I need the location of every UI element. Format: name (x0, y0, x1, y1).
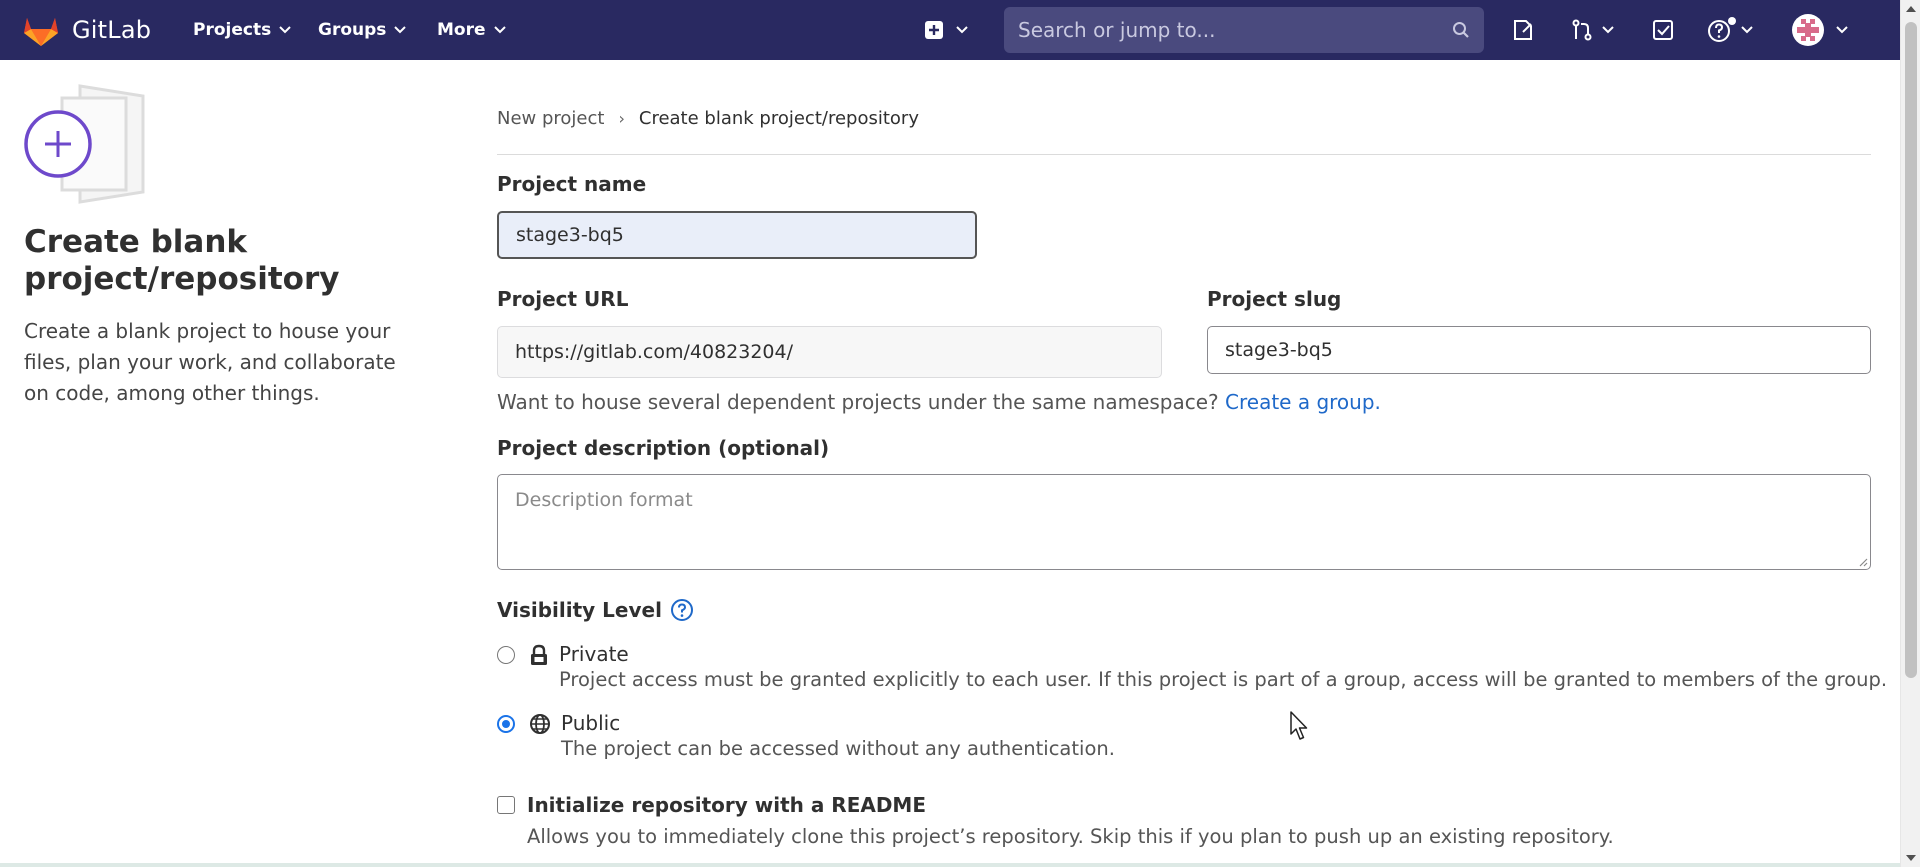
groups-menu-label: Groups (318, 20, 387, 40)
user-menu[interactable] (1792, 14, 1848, 46)
mouse-cursor-icon (1290, 711, 1308, 740)
visibility-option-private[interactable]: Private Project access must be granted e… (497, 640, 1887, 692)
help-menu[interactable] (1707, 14, 1753, 46)
chevron-right-icon: › (618, 109, 625, 128)
chevron-down-icon (279, 26, 291, 34)
scroll-up-arrow-icon[interactable] (1906, 6, 1916, 12)
plus-square-icon (925, 21, 943, 39)
groups-menu[interactable]: Groups (318, 18, 407, 42)
project-url-input[interactable]: https://gitlab.com/40823204/ (497, 326, 1162, 378)
resize-handle-icon[interactable] (1858, 557, 1868, 567)
private-option-text: Private Project access must be granted e… (559, 640, 1887, 692)
public-label: Public (561, 711, 621, 735)
new-project-illustration (24, 84, 145, 204)
search-icon (1453, 22, 1469, 38)
help-icon (1708, 17, 1736, 42)
breadcrumb-current: Create blank project/repository (638, 108, 919, 129)
bottom-edge-strip (0, 863, 1900, 867)
search-bar[interactable]: Search or jump to... (1004, 7, 1484, 53)
private-label: Private (559, 642, 629, 666)
merge-request-icon (1572, 19, 1592, 41)
readme-description: Allows you to immediately clone this pro… (527, 825, 1614, 848)
help-circle-icon[interactable] (670, 598, 694, 622)
search-input[interactable]: Search or jump to... (1018, 18, 1452, 42)
todo-icon (1653, 20, 1673, 40)
divider (497, 154, 1871, 155)
public-radio[interactable] (497, 715, 515, 733)
merge-requests-button[interactable] (1570, 14, 1614, 46)
scroll-down-arrow-icon[interactable] (1906, 855, 1916, 861)
breadcrumb: New project › Create blank project/repos… (497, 108, 919, 129)
visibility-level-label: Visibility Level (497, 598, 662, 622)
chevron-down-icon (493, 26, 506, 34)
projects-menu[interactable]: Projects (193, 18, 291, 42)
page-description: Create a blank project to house your fil… (24, 319, 396, 405)
projects-menu-label: Projects (193, 20, 272, 40)
globe-icon (529, 713, 551, 735)
namespace-help-label: Want to house several dependent projects… (497, 390, 1219, 414)
page-title: Create blank project/repository (24, 224, 340, 297)
scrollbar-thumb[interactable] (1905, 22, 1917, 678)
readme-option-text: Initialize repository with a README Allo… (527, 791, 1614, 851)
private-radio[interactable] (497, 646, 515, 664)
visibility-level-title: Visibility Level (497, 598, 694, 622)
chevron-down-icon (956, 26, 968, 34)
todos-button[interactable] (1651, 14, 1675, 46)
private-description: Project access must be granted explicitl… (559, 668, 1888, 691)
description-textarea[interactable]: Description format (497, 474, 1871, 570)
gitlab-home-link[interactable]: GitLab (22, 12, 151, 48)
avatar (1792, 14, 1824, 46)
chevron-down-icon (1741, 26, 1753, 34)
description-label: Project description (optional) (497, 436, 830, 460)
create-group-link[interactable]: Create a group. (1225, 390, 1381, 414)
project-url-label: Project URL (497, 287, 629, 311)
description-placeholder: Description format (515, 489, 693, 511)
visibility-option-public[interactable]: Public The project can be accessed witho… (497, 709, 1115, 761)
brand-name: GitLab (72, 16, 152, 44)
public-description: The project can be accessed without any … (561, 737, 1115, 760)
issues-icon (1514, 20, 1532, 40)
project-name-value: stage3-bq5 (516, 224, 624, 246)
chevron-down-icon (1602, 26, 1614, 34)
project-slug-value: stage3-bq5 (1225, 339, 1333, 361)
page-scrollbar[interactable] (1900, 0, 1920, 867)
readme-checkbox[interactable] (497, 796, 515, 814)
chevron-down-icon (394, 26, 407, 34)
issues-button[interactable] (1511, 14, 1535, 46)
project-slug-input[interactable]: stage3-bq5 (1207, 326, 1871, 374)
project-url-value: https://gitlab.com/40823204/ (515, 341, 794, 363)
breadcrumb-new-project[interactable]: New project (497, 108, 604, 129)
lock-icon (529, 644, 549, 666)
readme-label: Initialize repository with a README (527, 793, 926, 817)
project-name-input[interactable]: stage3-bq5 (497, 211, 977, 259)
project-slug-label: Project slug (1207, 287, 1342, 311)
more-menu[interactable]: More (437, 18, 506, 42)
readme-option[interactable]: Initialize repository with a README Allo… (497, 791, 1614, 851)
namespace-help-text: Want to house several dependent projects… (497, 390, 1381, 414)
create-new-button[interactable] (924, 14, 968, 46)
chevron-down-icon (1836, 26, 1848, 34)
public-option-text: Public The project can be accessed witho… (561, 709, 1115, 761)
project-name-label: Project name (497, 172, 647, 196)
gitlab-logo-icon (24, 18, 58, 46)
more-menu-label: More (437, 20, 486, 40)
top-navbar: GitLab Projects Groups More Search or ju… (0, 0, 1900, 60)
